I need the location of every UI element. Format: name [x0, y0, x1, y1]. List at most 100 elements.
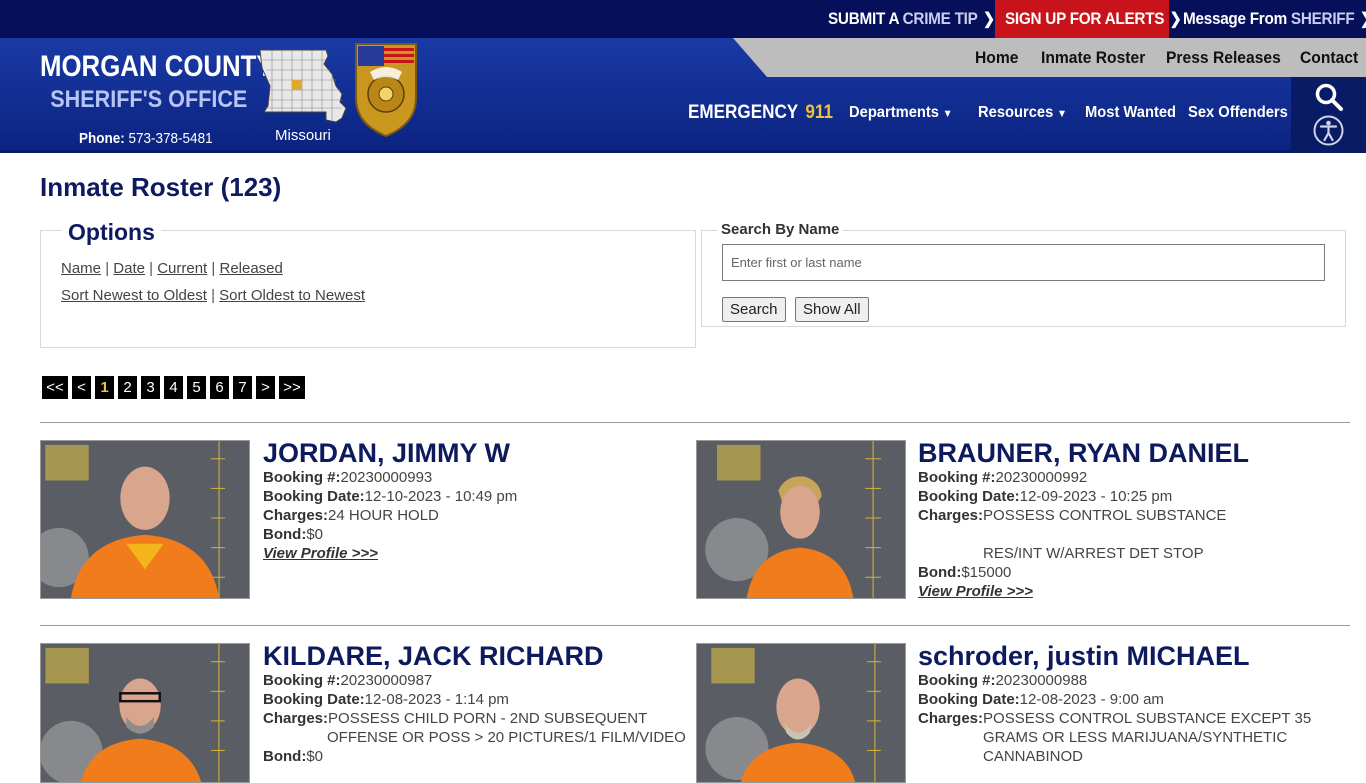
nav-press-releases[interactable]: Press Releases [1166, 38, 1281, 77]
charge-line: OFFENSE OR POSS > 20 PICTURES/1 FILM/VID… [327, 729, 686, 746]
sheriff-badge-logo [355, 43, 417, 138]
sort-name-link[interactable]: Name [61, 260, 101, 277]
inmate-name[interactable]: JORDAN, JIMMY W [263, 438, 510, 469]
bond: Bond:$0 [263, 748, 323, 765]
inmate-name[interactable]: BRAUNER, RYAN DANIEL [918, 438, 1249, 469]
booking-date: Booking Date:12-09-2023 - 10:25 pm [918, 488, 1172, 505]
nav-resources[interactable]: Resources ▼ [978, 104, 1067, 122]
chevron-right-icon: ❯ [982, 11, 995, 28]
state-label: Missouri [275, 127, 331, 144]
booking-date: Booking Date:12-10-2023 - 10:49 pm [263, 488, 517, 505]
accessibility-icon[interactable] [1313, 115, 1344, 146]
nav-sex-offenders[interactable]: Sex Offenders [1188, 104, 1288, 122]
inmate-name[interactable]: schroder, justin MICHAEL [918, 641, 1250, 672]
charge-line: CANNABINOD [983, 748, 1084, 765]
separator: | [105, 260, 110, 277]
sort-date-link[interactable]: Date [113, 260, 145, 277]
charge-line: POSSESS CHILD PORN - 2ND SUBSEQUENT [328, 710, 648, 727]
separator: | [149, 260, 154, 277]
page-first[interactable]: << [42, 376, 68, 399]
page-3[interactable]: 3 [141, 376, 160, 399]
charges-label: Charges: [918, 507, 984, 524]
booking-number: Booking #:20230000988 [918, 672, 1087, 689]
nav-departments-label: Departments [849, 104, 939, 121]
site-subtitle: SHERIFF'S OFFICE [50, 86, 248, 113]
search-button[interactable]: Search [722, 297, 786, 322]
sort-newest-link[interactable]: Sort Newest to Oldest [61, 287, 207, 304]
booking-number-label: Booking #: [263, 672, 341, 689]
emergency-911[interactable]: EMERGENCY 911 [688, 102, 833, 124]
inmate-photo[interactable] [40, 643, 250, 783]
options-legend: Options [62, 219, 161, 246]
site-title[interactable]: MORGAN COUNTY [40, 50, 274, 84]
bond-label: Bond: [263, 748, 307, 765]
view-profile-link[interactable]: View Profile >>> [263, 545, 378, 562]
booking-date-value: 12-08-2023 - 1:14 pm [364, 691, 509, 708]
nav-resources-label: Resources [978, 104, 1054, 121]
order-links: Sort Newest to Oldest | Sort Oldest to N… [61, 287, 365, 304]
booking-number-value: 20230000987 [340, 672, 433, 689]
page-4[interactable]: 4 [164, 376, 183, 399]
divider [40, 625, 1350, 626]
sort-links: Name | Date | Current | Released [61, 260, 283, 277]
page-6[interactable]: 6 [210, 376, 229, 399]
charge-line: RES/INT W/ARREST DET STOP [983, 545, 1204, 562]
phone-number[interactable]: 573-378-5481 [129, 130, 213, 147]
view-profile-link[interactable]: View Profile >>> [918, 583, 1033, 600]
booking-number-value: 20230000993 [340, 469, 433, 486]
filter-current-link[interactable]: Current [157, 260, 207, 277]
sign-up-alerts-link[interactable]: SIGN UP FOR ALERTS ❯ [1005, 0, 1182, 38]
charge-line: 24 HOUR HOLD [328, 507, 439, 524]
page-title: Inmate Roster (123) [40, 172, 282, 202]
page-next[interactable]: > [256, 376, 275, 399]
nav-most-wanted[interactable]: Most Wanted [1085, 104, 1176, 122]
phone-label: Phone: [79, 130, 125, 147]
separator: | [211, 287, 215, 304]
inmate-photo[interactable] [40, 440, 250, 599]
filter-released-link[interactable]: Released [219, 260, 282, 277]
booking-number-label: Booking #: [918, 672, 996, 689]
emergency-number: 911 [805, 102, 834, 123]
header-phone: Phone: 573-378-5481 [79, 130, 213, 147]
emergency-label: EMERGENCY [688, 102, 799, 123]
nav-departments[interactable]: Departments ▼ [849, 104, 953, 122]
inmate-name[interactable]: KILDARE, JACK RICHARD [263, 641, 604, 672]
inmate-photo[interactable] [696, 643, 906, 783]
bond: Bond:$0 [263, 526, 323, 543]
booking-number: Booking #:20230000993 [263, 469, 432, 486]
message-from-sheriff-link[interactable]: Message From SHERIFF ❯ [1183, 0, 1366, 38]
search-icon[interactable] [1314, 82, 1344, 112]
page-last[interactable]: >> [279, 376, 305, 399]
page-5[interactable]: 5 [187, 376, 206, 399]
page-7[interactable]: 7 [233, 376, 252, 399]
page-prev[interactable]: < [72, 376, 91, 399]
charges-label: Charges: [263, 507, 329, 524]
chevron-down-icon: ▼ [1056, 108, 1067, 120]
submit-tip-highlight: CRIME TIP [902, 9, 978, 28]
submit-crime-tip-link[interactable]: SUBMIT A CRIME TIP ❯ [828, 0, 995, 38]
missouri-map-icon [259, 49, 347, 123]
booking-number-label: Booking #: [263, 469, 341, 486]
page-2[interactable]: 2 [118, 376, 137, 399]
nav-inmate-roster[interactable]: Inmate Roster [1041, 38, 1145, 77]
nav-contact[interactable]: Contact [1300, 38, 1358, 77]
booking-date-label: Booking Date: [263, 488, 365, 505]
separator: | [211, 260, 216, 277]
charges: Charges:POSSESS CONTROL SUBSTANCE [918, 507, 1226, 524]
nav-home[interactable]: Home [975, 38, 1018, 77]
inmate-photo[interactable] [696, 440, 906, 599]
booking-date-label: Booking Date: [263, 691, 365, 708]
page-1[interactable]: 1 [95, 376, 114, 399]
charges: Charges:24 HOUR HOLD [263, 507, 439, 524]
charge-line: POSSESS CONTROL SUBSTANCE [983, 507, 1227, 524]
message-text: Message From [1183, 9, 1291, 28]
sort-oldest-link[interactable]: Sort Oldest to Newest [219, 287, 365, 304]
bond-value: $0 [306, 526, 324, 543]
charges: Charges:POSSESS CONTROL SUBSTANCE EXCEPT… [918, 710, 1311, 727]
search-input[interactable] [722, 244, 1325, 281]
bond-label: Bond: [918, 564, 962, 581]
booking-date-value: 12-08-2023 - 9:00 am [1019, 691, 1164, 708]
show-all-button[interactable]: Show All [795, 297, 869, 322]
chevron-right-icon: ❯ [1360, 1, 1366, 39]
booking-number-value: 20230000992 [995, 469, 1088, 486]
